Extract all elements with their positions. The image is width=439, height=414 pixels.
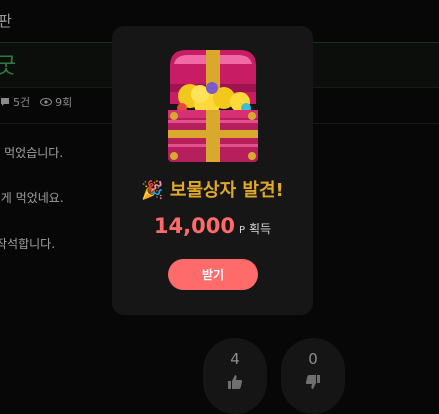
downvote-button[interactable]: 0	[281, 338, 345, 414]
upvote-count: 4	[230, 350, 240, 368]
post-meta: 5건 9회	[0, 94, 72, 110]
post-title: 굿	[0, 54, 17, 79]
downvote-count: 0	[308, 350, 318, 368]
reward-amount: 14,000	[153, 214, 235, 238]
treasure-chest-icon	[168, 50, 258, 162]
modal-title: 🎉 보물상자 발견!	[112, 176, 313, 202]
upvote-button[interactable]: 4	[203, 338, 267, 414]
view-count-value: 9회	[55, 96, 73, 109]
reward-suffix: 획득	[248, 222, 272, 236]
receive-button[interactable]: 받기	[168, 259, 258, 290]
treasure-modal: 🎉 보물상자 발견! 14,000 P 획득 받기	[112, 26, 313, 315]
modal-title-text: 보물상자 발견!	[169, 180, 284, 201]
post-body-line: !게 먹었네요.	[0, 191, 64, 205]
thumbs-up-icon	[228, 375, 243, 389]
reward-unit: P	[238, 225, 245, 236]
view-count: 9회	[40, 94, 72, 110]
comment-icon	[1, 98, 9, 106]
post-body-line: 작석합니다.	[0, 237, 56, 251]
board-title: 판	[0, 12, 12, 30]
eye-icon	[40, 98, 53, 106]
comment-count-value: 5건	[13, 96, 31, 109]
party-popper-icon: 🎉	[141, 180, 164, 201]
reward-line: 14,000 P 획득	[112, 214, 313, 238]
post-body-line: - 먹었습니다.	[0, 146, 64, 160]
thumbs-down-icon	[305, 375, 320, 389]
comment-count: 5건	[0, 94, 30, 110]
